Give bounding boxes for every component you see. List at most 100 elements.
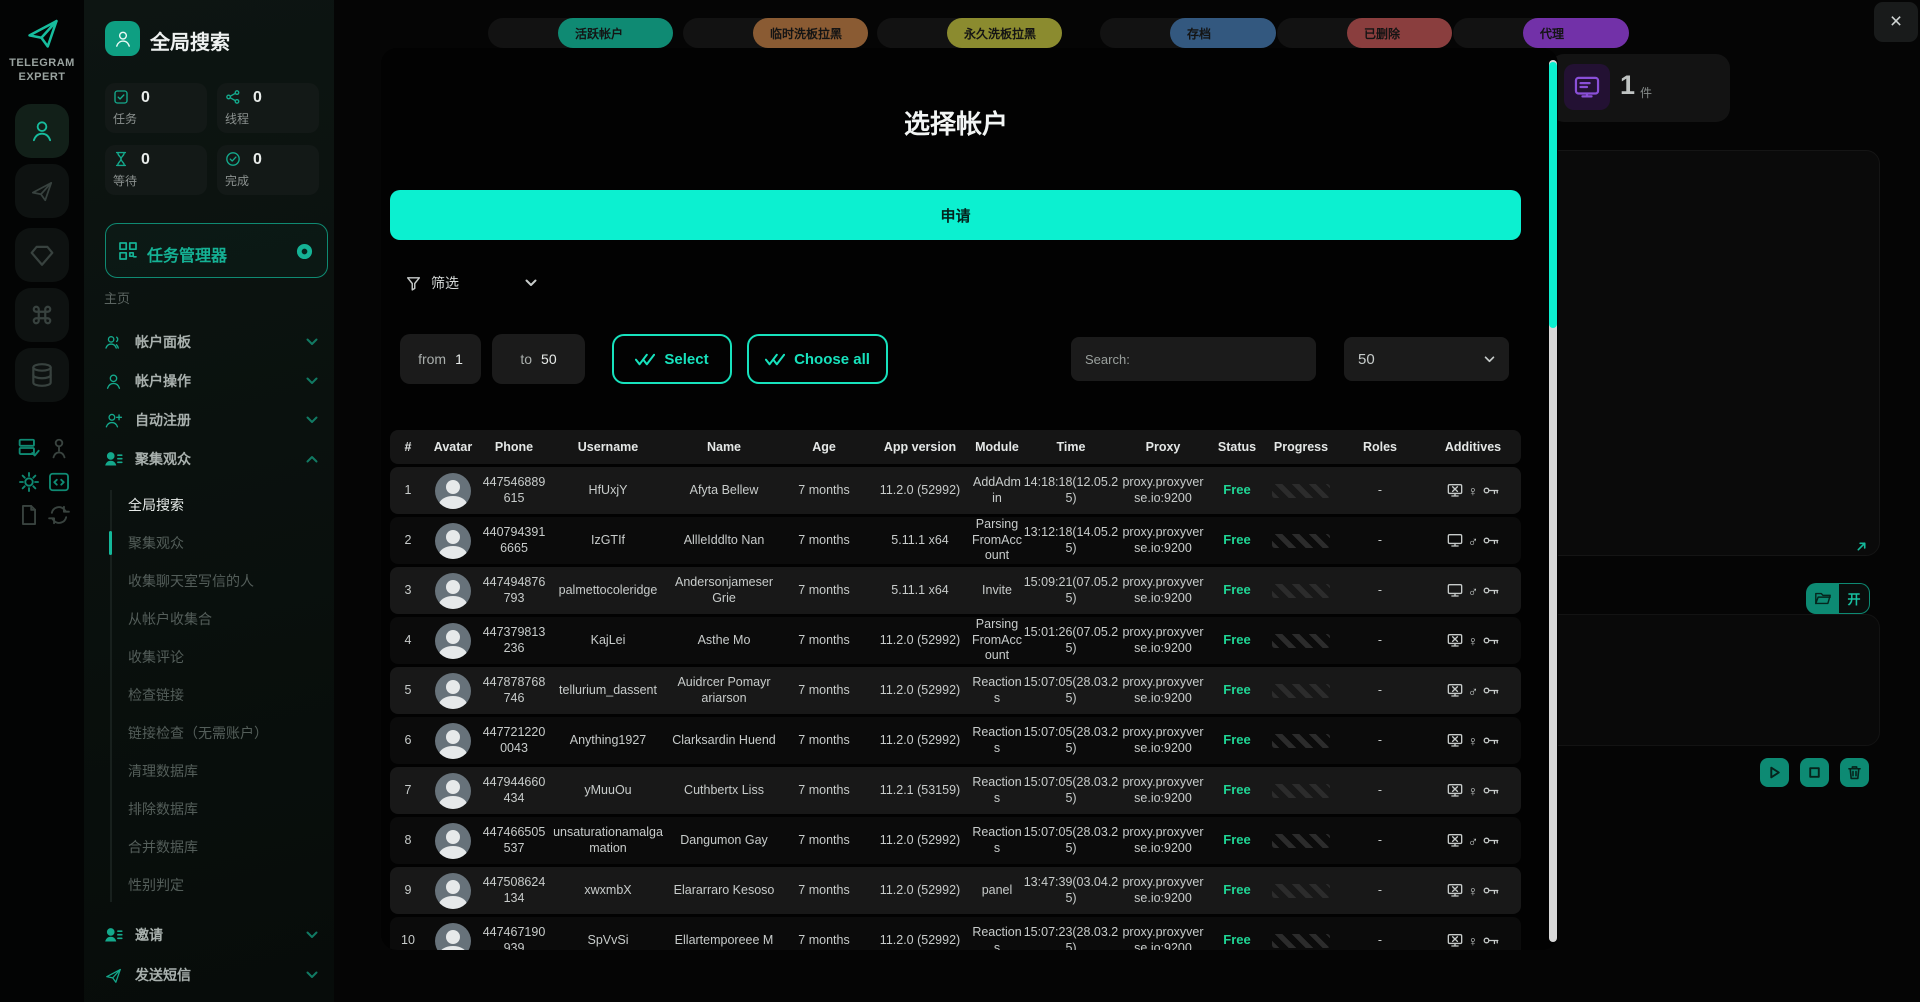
stat-value: 0 [253, 89, 262, 106]
close-button[interactable]: × [1874, 2, 1918, 42]
table-row[interactable]: 4447379813236KajLeiAsthe Mo7 months11.2.… [390, 617, 1521, 664]
female-icon: ♀ [1468, 934, 1479, 948]
submenu-item-检查链接[interactable]: 检查链接 [84, 676, 334, 714]
additives-cell: ♀ [1426, 883, 1520, 898]
server-check-icon[interactable] [18, 437, 40, 459]
avatar-cell [426, 823, 480, 859]
table-row[interactable]: 24407943916665IzGTIfAllleIddlto Nan7 mon… [390, 517, 1521, 564]
menu-section-label: 主页 [104, 288, 130, 307]
status-badge: Free [1223, 682, 1250, 697]
badge-label[interactable]: 已删除 [1347, 18, 1452, 48]
roles-cell: - [1334, 533, 1426, 549]
submenu-item-收集聊天室写信的人[interactable]: 收集聊天室写信的人 [84, 562, 334, 600]
stat-value: 0 [141, 151, 150, 168]
progress-cell [1268, 734, 1334, 748]
nav-sender[interactable] [15, 164, 69, 218]
roles-cell: - [1334, 633, 1426, 649]
avatar [435, 823, 471, 859]
status-badge: Free [1223, 482, 1250, 497]
table-row[interactable]: 9447508624134xwxmbXElararraro Kesoso7 mo… [390, 867, 1521, 914]
badge-label[interactable]: 存档 [1170, 18, 1276, 48]
avatar [435, 723, 471, 759]
submenu-item-收集评论[interactable]: 收集评论 [84, 638, 334, 676]
stat-card: 0线程 [217, 83, 319, 133]
search-input[interactable] [1071, 337, 1316, 381]
nav-premium[interactable] [15, 228, 69, 282]
submenu-item-链接检查（无需账户）[interactable]: 链接检查（无需账户） [84, 714, 334, 752]
sidebar-item-聚集观众[interactable]: 聚集观众 [84, 440, 334, 478]
select-button[interactable]: Select [612, 334, 732, 384]
sync-arrows-icon[interactable] [48, 504, 70, 526]
open-button[interactable]: 开 [1839, 583, 1870, 614]
table-row[interactable]: 64477212200043Anything1927Clarksardin Hu… [390, 717, 1521, 764]
badge-label[interactable]: 活跃帐户 [558, 18, 673, 48]
nav-accounts[interactable] [15, 104, 69, 158]
to-input[interactable]: to 50 [492, 334, 585, 384]
sidebar-item-发送短信[interactable]: 发送短信 [84, 956, 334, 994]
chevron-down-icon [306, 338, 318, 346]
submenu-item-聚集观众[interactable]: 聚集观众 [84, 524, 334, 562]
status-cell: Free [1206, 632, 1268, 649]
apply-button[interactable]: 申请 [390, 190, 1521, 240]
submenu-item-性别判定[interactable]: 性别判定 [84, 866, 334, 904]
row-number: 6 [390, 733, 426, 749]
doc-icon[interactable] [18, 504, 40, 526]
folder-button[interactable] [1806, 583, 1839, 614]
column-header: Status [1206, 440, 1268, 454]
code-window-icon[interactable] [48, 471, 70, 493]
resize-corner-icon[interactable] [1856, 541, 1867, 552]
table-row[interactable]: 7447944660434yMuuOuCuthbertx Liss7 month… [390, 767, 1521, 814]
sidebar-item-帐户面板[interactable]: 帐户面板 [84, 323, 334, 361]
choose-all-button[interactable]: Choose all [747, 334, 888, 384]
play-button[interactable] [1760, 758, 1789, 787]
page-size-select[interactable]: 50 [1344, 337, 1509, 381]
column-header: Roles [1334, 440, 1426, 454]
table-row[interactable]: 10447467190939SpVvSiEllartemporeee M7 mo… [390, 917, 1521, 950]
task-manager-button[interactable]: 任务管理器 [105, 223, 328, 278]
monitor-icon [1447, 583, 1463, 598]
submenu-item-合并数据库[interactable]: 合并数据库 [84, 828, 334, 866]
module-cell: Reactions [972, 725, 1022, 756]
submenu-item-从帐户收集合[interactable]: 从帐户收集合 [84, 600, 334, 638]
table-row[interactable]: 1447546889615HfUxjYAfyta Bellew7 months1… [390, 467, 1521, 514]
nav-tools[interactable] [15, 288, 69, 342]
column-header: Phone [480, 440, 548, 454]
submenu-item-全局搜索[interactable]: 全局搜索 [84, 486, 334, 524]
female-icon: ♀ [1468, 884, 1479, 898]
phone-cell: 447508624134 [480, 875, 548, 906]
from-label: from [418, 351, 446, 367]
progress-cell [1268, 484, 1334, 498]
table-row[interactable]: 5447878768746tellurium_dassentAuidrcer P… [390, 667, 1521, 714]
key-icon [1483, 883, 1499, 898]
stop-button[interactable] [1800, 758, 1829, 787]
submenu-item-清理数据库[interactable]: 清理数据库 [84, 752, 334, 790]
users-icon [104, 333, 123, 352]
female-icon: ♀ [1468, 784, 1479, 798]
submenu-item-排除数据库[interactable]: 排除数据库 [84, 790, 334, 828]
sidebar-item-邀请[interactable]: 邀请 [84, 916, 334, 954]
row-number: 2 [390, 533, 426, 549]
badge-label[interactable]: 代理 [1523, 18, 1629, 48]
table-row[interactable]: 8447466505537unsaturationamalgamationDan… [390, 817, 1521, 864]
roles-cell: - [1334, 683, 1426, 699]
age-cell: 7 months [780, 583, 868, 599]
trash-button[interactable] [1840, 758, 1869, 787]
from-input[interactable]: from 1 [400, 334, 481, 384]
filter-dropdown[interactable]: 筛选 [392, 260, 551, 306]
badge-label[interactable]: 永久洗板拉黑 [947, 18, 1062, 48]
table-row[interactable]: 3447494876793palmettocoleridgeAndersonja… [390, 567, 1521, 614]
modal-scrollbar-thumb[interactable] [1549, 62, 1557, 328]
app-version-cell: 11.2.0 (52992) [868, 733, 972, 749]
sidebar-item-帐户操作[interactable]: 帐户操作 [84, 362, 334, 400]
badge-label[interactable]: 临时洗板拉黑 [753, 18, 868, 48]
monitor-x-icon [1447, 733, 1463, 748]
sidebar-item-自动注册[interactable]: 自动注册 [84, 401, 334, 439]
stat-label: 等待 [113, 172, 199, 189]
choose-all-label: Choose all [794, 351, 870, 368]
time-cell: 15:07:05(28.03.25) [1022, 825, 1120, 856]
progress-cell [1268, 534, 1334, 548]
cam-person-icon[interactable] [48, 437, 70, 459]
stat-label: 任务 [113, 110, 199, 127]
nav-database[interactable] [15, 348, 69, 402]
gear-icon[interactable] [18, 471, 40, 493]
